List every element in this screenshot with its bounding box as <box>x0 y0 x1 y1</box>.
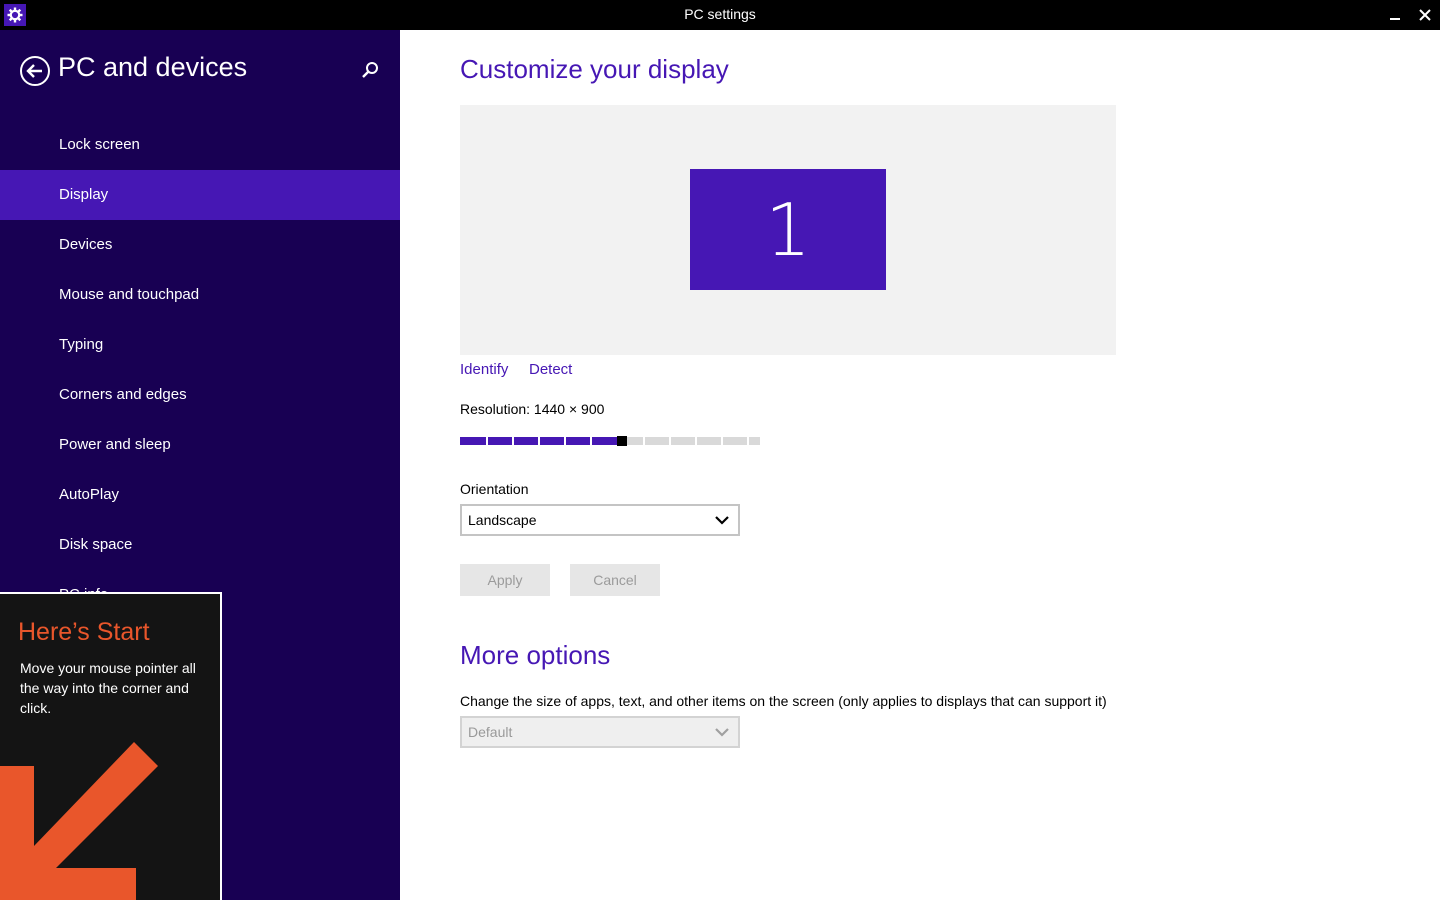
sidebar-item-devices[interactable]: Devices <box>0 220 400 270</box>
slider-track <box>627 437 760 445</box>
resolution-slider[interactable] <box>460 436 760 446</box>
resolution-label: Resolution: 1440 × 900 <box>460 401 605 417</box>
slider-tick <box>747 436 749 446</box>
title-bar: PC settings <box>0 0 1440 30</box>
slider-tick <box>538 436 540 446</box>
sidebar-item-autoplay[interactable]: AutoPlay <box>0 470 400 520</box>
display-arrangement-area: 1 <box>460 105 1116 355</box>
back-arrow-icon <box>20 56 50 86</box>
orientation-value: Landscape <box>468 512 537 528</box>
close-icon <box>1419 9 1431 21</box>
slider-tick <box>669 436 671 446</box>
back-button[interactable] <box>19 55 51 87</box>
sidebar-item-display[interactable]: Display <box>0 170 400 220</box>
corner-arrow-icon <box>0 742 158 900</box>
orientation-label: Orientation <box>460 481 529 497</box>
slider-tick <box>721 436 723 446</box>
cancel-button[interactable]: Cancel <box>570 564 660 596</box>
start-tip-title: Here’s Start <box>18 618 150 646</box>
detect-link[interactable]: Detect <box>529 361 572 378</box>
chevron-down-icon <box>715 516 729 525</box>
minimize-icon <box>1390 18 1400 20</box>
start-tip-text: Move your mouse pointer all the way into… <box>20 660 196 716</box>
sidebar-header: PC and devices <box>0 30 400 110</box>
size-description: Change the size of apps, text, and other… <box>460 693 1107 709</box>
sidebar-item-lock-screen[interactable]: Lock screen <box>0 120 400 170</box>
size-dropdown[interactable]: Default <box>460 716 740 748</box>
sidebar-item-typing[interactable]: Typing <box>0 320 400 370</box>
sidebar-nav: Lock screen Display Devices Mouse and to… <box>0 120 400 620</box>
orientation-dropdown[interactable]: Landscape <box>460 504 740 536</box>
size-value: Default <box>468 724 513 740</box>
window-title: PC settings <box>684 6 756 22</box>
start-tip-overlay[interactable]: Here’s Start Move your mouse pointer all… <box>0 592 222 900</box>
slider-thumb[interactable] <box>617 436 627 446</box>
main-content: Customize your display 1 Identify Detect… <box>400 30 1440 900</box>
monitor-tile[interactable]: 1 <box>690 169 886 290</box>
sidebar-item-power-and-sleep[interactable]: Power and sleep <box>0 420 400 470</box>
slider-tick <box>643 436 645 446</box>
close-button[interactable] <box>1410 0 1440 30</box>
identify-link[interactable]: Identify <box>460 361 508 378</box>
sidebar-item-corners-and-edges[interactable]: Corners and edges <box>0 370 400 420</box>
sidebar-item-mouse-and-touchpad[interactable]: Mouse and touchpad <box>0 270 400 320</box>
slider-tick <box>590 436 592 446</box>
search-icon <box>362 62 378 78</box>
chevron-down-icon <box>715 728 729 737</box>
sidebar-title: PC and devices <box>58 52 248 82</box>
slider-tick <box>564 436 566 446</box>
more-options-heading: More options <box>460 640 611 670</box>
page-title: Customize your display <box>460 54 729 84</box>
sidebar-item-disk-space[interactable]: Disk space <box>0 520 400 570</box>
slider-tick <box>512 436 514 446</box>
search-button[interactable] <box>360 60 380 80</box>
apply-button[interactable]: Apply <box>460 564 550 596</box>
minimize-button[interactable] <box>1380 0 1410 30</box>
slider-tick <box>486 436 488 446</box>
slider-tick <box>695 436 697 446</box>
